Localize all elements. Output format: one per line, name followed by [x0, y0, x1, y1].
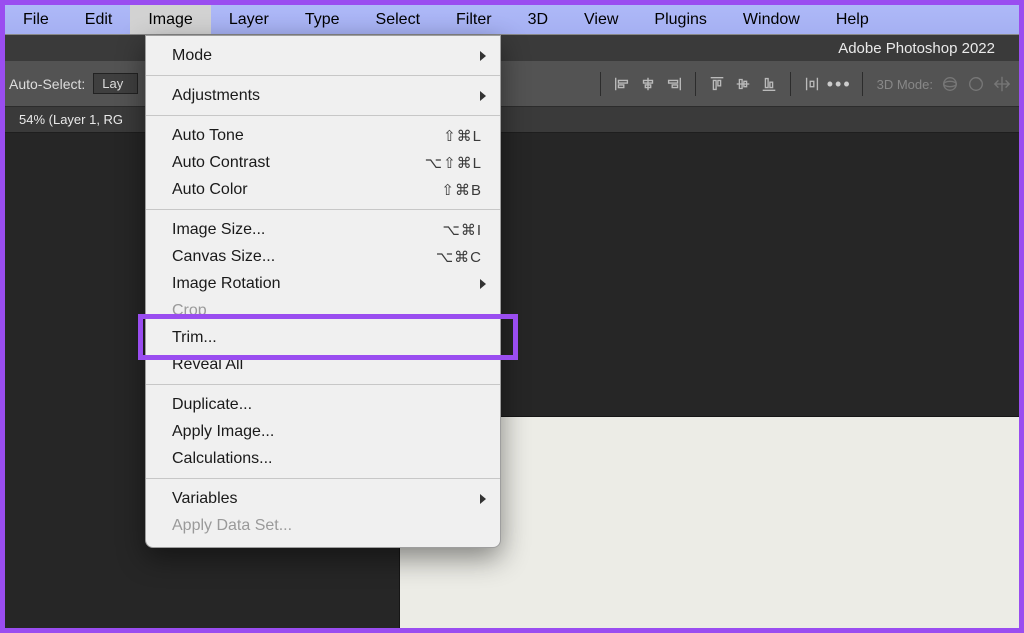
menu-window[interactable]: Window — [725, 5, 818, 34]
app-title: Adobe Photoshop 2022 — [838, 40, 995, 57]
menuitem-canvas-size[interactable]: Canvas Size... ⌥⌘C — [146, 243, 500, 270]
menu-image[interactable]: Image — [130, 5, 210, 34]
menuitem-label: Canvas Size... — [172, 248, 275, 266]
auto-select-label: Auto-Select: — [9, 76, 85, 92]
menuitem-duplicate[interactable]: Duplicate... — [146, 391, 500, 418]
menuitem-label: Mode — [172, 47, 212, 65]
align-center-v-icon[interactable] — [732, 73, 754, 95]
image-menu-dropdown: Mode Adjustments Auto Tone ⇧⌘L Auto Contrast… — [145, 35, 501, 548]
menuitem-auto-tone[interactable]: Auto Tone ⇧⌘L — [146, 122, 500, 149]
menuitem-calculations[interactable]: Calculations... — [146, 445, 500, 472]
align-left-icon[interactable] — [611, 73, 633, 95]
menuitem-image-rotation[interactable]: Image Rotation — [146, 270, 500, 297]
orbit-3d-icon[interactable] — [939, 73, 961, 95]
menu-help[interactable]: Help — [818, 5, 887, 34]
separator — [862, 72, 863, 96]
roll-3d-icon[interactable] — [965, 73, 987, 95]
align-top-icon[interactable] — [706, 73, 728, 95]
separator — [790, 72, 791, 96]
menuitem-auto-color[interactable]: Auto Color ⇧⌘B — [146, 176, 500, 203]
menuitem-label: Image Rotation — [172, 275, 281, 293]
menuitem-label: Apply Data Set... — [172, 517, 292, 535]
menu-layer[interactable]: Layer — [211, 5, 287, 34]
menuitem-mode[interactable]: Mode — [146, 42, 500, 69]
menuitem-shortcut: ⌥⇧⌘L — [425, 154, 482, 172]
align-center-h-icon[interactable] — [637, 73, 659, 95]
menuitem-auto-contrast[interactable]: Auto Contrast ⌥⇧⌘L — [146, 149, 500, 176]
menuitem-shortcut: ⇧⌘B — [441, 181, 482, 199]
menu-3d[interactable]: 3D — [510, 5, 566, 34]
menuitem-label: Calculations... — [172, 450, 273, 468]
menuitem-adjustments[interactable]: Adjustments — [146, 82, 500, 109]
menu-select[interactable]: Select — [358, 5, 438, 34]
distribute-icon[interactable] — [801, 73, 823, 95]
menu-view[interactable]: View — [566, 5, 636, 34]
menuitem-label: Duplicate... — [172, 396, 252, 414]
menuitem-shortcut: ⌥⌘C — [436, 248, 482, 266]
menuitem-label: Trim... — [172, 329, 217, 347]
menuitem-label: Auto Tone — [172, 127, 244, 145]
separator — [695, 72, 696, 96]
menu-separator — [146, 478, 500, 479]
menuitem-shortcut: ⌥⌘I — [443, 221, 482, 239]
layer-select-dropdown[interactable]: Lay — [93, 73, 138, 94]
menu-type[interactable]: Type — [287, 5, 358, 34]
menuitem-label: Apply Image... — [172, 423, 274, 441]
menuitem-variables[interactable]: Variables — [146, 485, 500, 512]
menu-separator — [146, 115, 500, 116]
menuitem-crop: Crop — [146, 297, 500, 324]
app-window: FileEditImageLayerTypeSelectFilter3DView… — [0, 0, 1024, 633]
menuitem-label: Auto Color — [172, 181, 248, 199]
align-bottom-icon[interactable] — [758, 73, 780, 95]
more-options-button[interactable]: ••• — [827, 74, 852, 95]
menu-separator — [146, 75, 500, 76]
menuitem-reveal-all[interactable]: Reveal All — [146, 351, 500, 378]
menu-filter[interactable]: Filter — [438, 5, 510, 34]
menuitem-apply-image[interactable]: Apply Image... — [146, 418, 500, 445]
menuitem-label: Adjustments — [172, 87, 260, 105]
menuitem-label: Crop — [172, 302, 207, 320]
menu-file[interactable]: File — [5, 5, 67, 34]
menu-separator — [146, 384, 500, 385]
menuitem-label: Reveal All — [172, 356, 243, 374]
menuitem-image-size[interactable]: Image Size... ⌥⌘I — [146, 216, 500, 243]
menuitem-shortcut: ⇧⌘L — [443, 127, 482, 145]
separator — [600, 72, 601, 96]
document-tab[interactable]: 54% (Layer 1, RG — [9, 108, 133, 131]
menu-plugins[interactable]: Plugins — [636, 5, 724, 34]
pan-3d-icon[interactable] — [991, 73, 1013, 95]
align-right-icon[interactable] — [663, 73, 685, 95]
menuitem-trim[interactable]: Trim... — [146, 324, 500, 351]
menubar: FileEditImageLayerTypeSelectFilter3DView… — [5, 5, 1019, 35]
menuitem-apply-data-set: Apply Data Set... — [146, 512, 500, 539]
menuitem-label: Image Size... — [172, 221, 265, 239]
menuitem-label: Variables — [172, 490, 238, 508]
menuitem-label: Auto Contrast — [172, 154, 270, 172]
mode-3d-label: 3D Mode: — [877, 77, 933, 92]
menu-separator — [146, 209, 500, 210]
menu-edit[interactable]: Edit — [67, 5, 131, 34]
